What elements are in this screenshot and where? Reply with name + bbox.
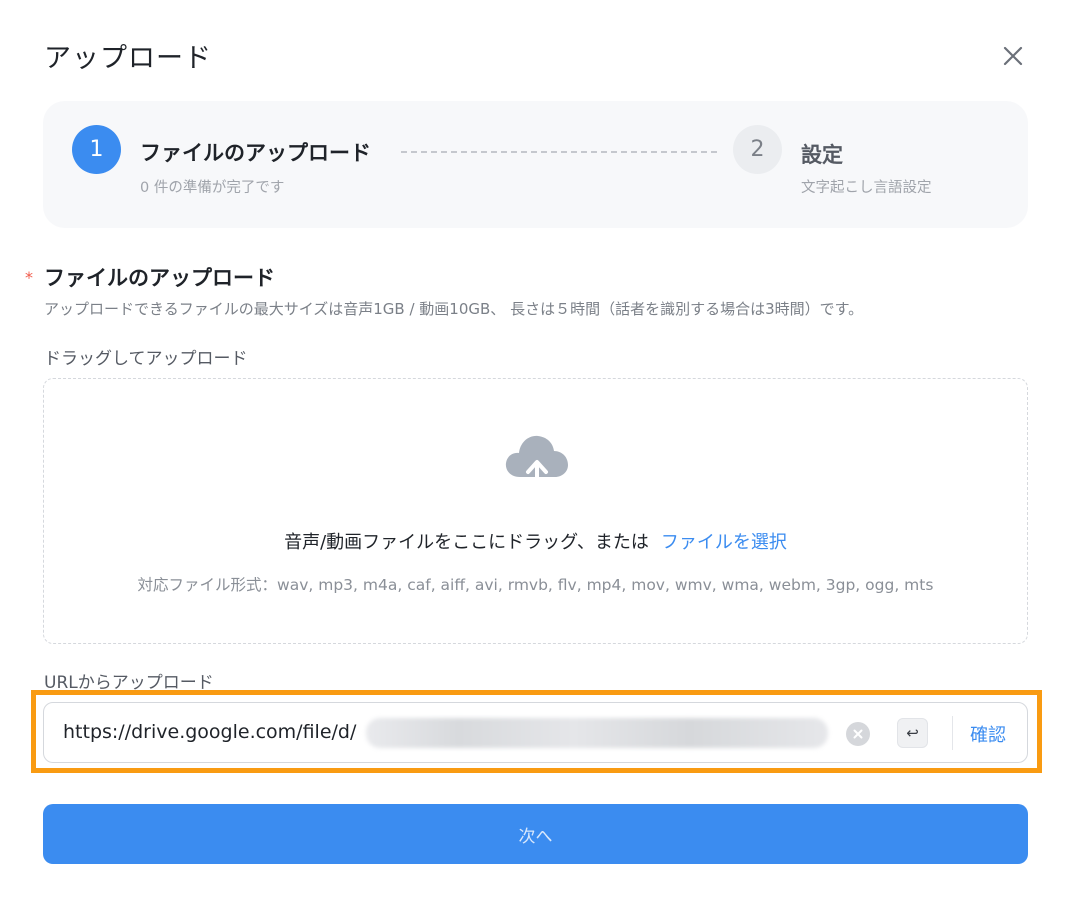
cloud-upload-icon	[505, 435, 568, 491]
dialog-title: アップロード	[44, 43, 212, 74]
file-dropzone[interactable]: 音声/動画ファイルをここにドラッグ、または ファイルを選択 対応ファイル形式：wa…	[43, 378, 1028, 644]
supported-formats: 対応ファイル形式：wav, mp3, m4a, caf, aiff, avi, …	[137, 576, 934, 594]
url-input[interactable]: https://drive.google.com/file/d/ ↩ 確認	[43, 702, 1028, 763]
close-icon[interactable]	[998, 41, 1028, 71]
stepper: 1 ファイルのアップロード 0 件の準備が完了です 2 設定 文字起こし言語設定	[43, 101, 1028, 228]
url-input-value[interactable]: https://drive.google.com/file/d/	[63, 721, 356, 743]
divider	[952, 716, 953, 750]
section-description: アップロードできるファイルの最大サイズは音声1GB / 動画10GB、 長さは５…	[44, 300, 864, 318]
section-title: ファイルのアップロード	[44, 266, 275, 290]
step-connector	[401, 151, 717, 153]
step-2-subtitle: 文字起こし言語設定	[801, 180, 932, 196]
required-mark: *	[25, 268, 33, 287]
step-1-indicator: 1	[72, 125, 121, 174]
step-1-title: ファイルのアップロード	[140, 141, 371, 165]
enter-key-icon[interactable]: ↩	[897, 718, 928, 748]
redacted-url-part	[366, 718, 828, 748]
clear-icon[interactable]	[846, 722, 870, 746]
next-button[interactable]: 次へ	[43, 804, 1028, 864]
step-1-subtitle: 0 件の準備が完了です	[140, 180, 285, 196]
drag-upload-label: ドラッグしてアップロード	[44, 349, 248, 369]
confirm-button[interactable]: 確認	[970, 721, 1006, 747]
dropzone-instruction: 音声/動画ファイルをここにドラッグ、または	[284, 532, 649, 553]
step-2-title: 設定	[801, 143, 843, 167]
select-file-link[interactable]: ファイルを選択	[661, 532, 787, 553]
step-2-indicator: 2	[733, 125, 782, 174]
dropzone-text: 音声/動画ファイルをここにドラッグ、または ファイルを選択	[44, 528, 1027, 554]
